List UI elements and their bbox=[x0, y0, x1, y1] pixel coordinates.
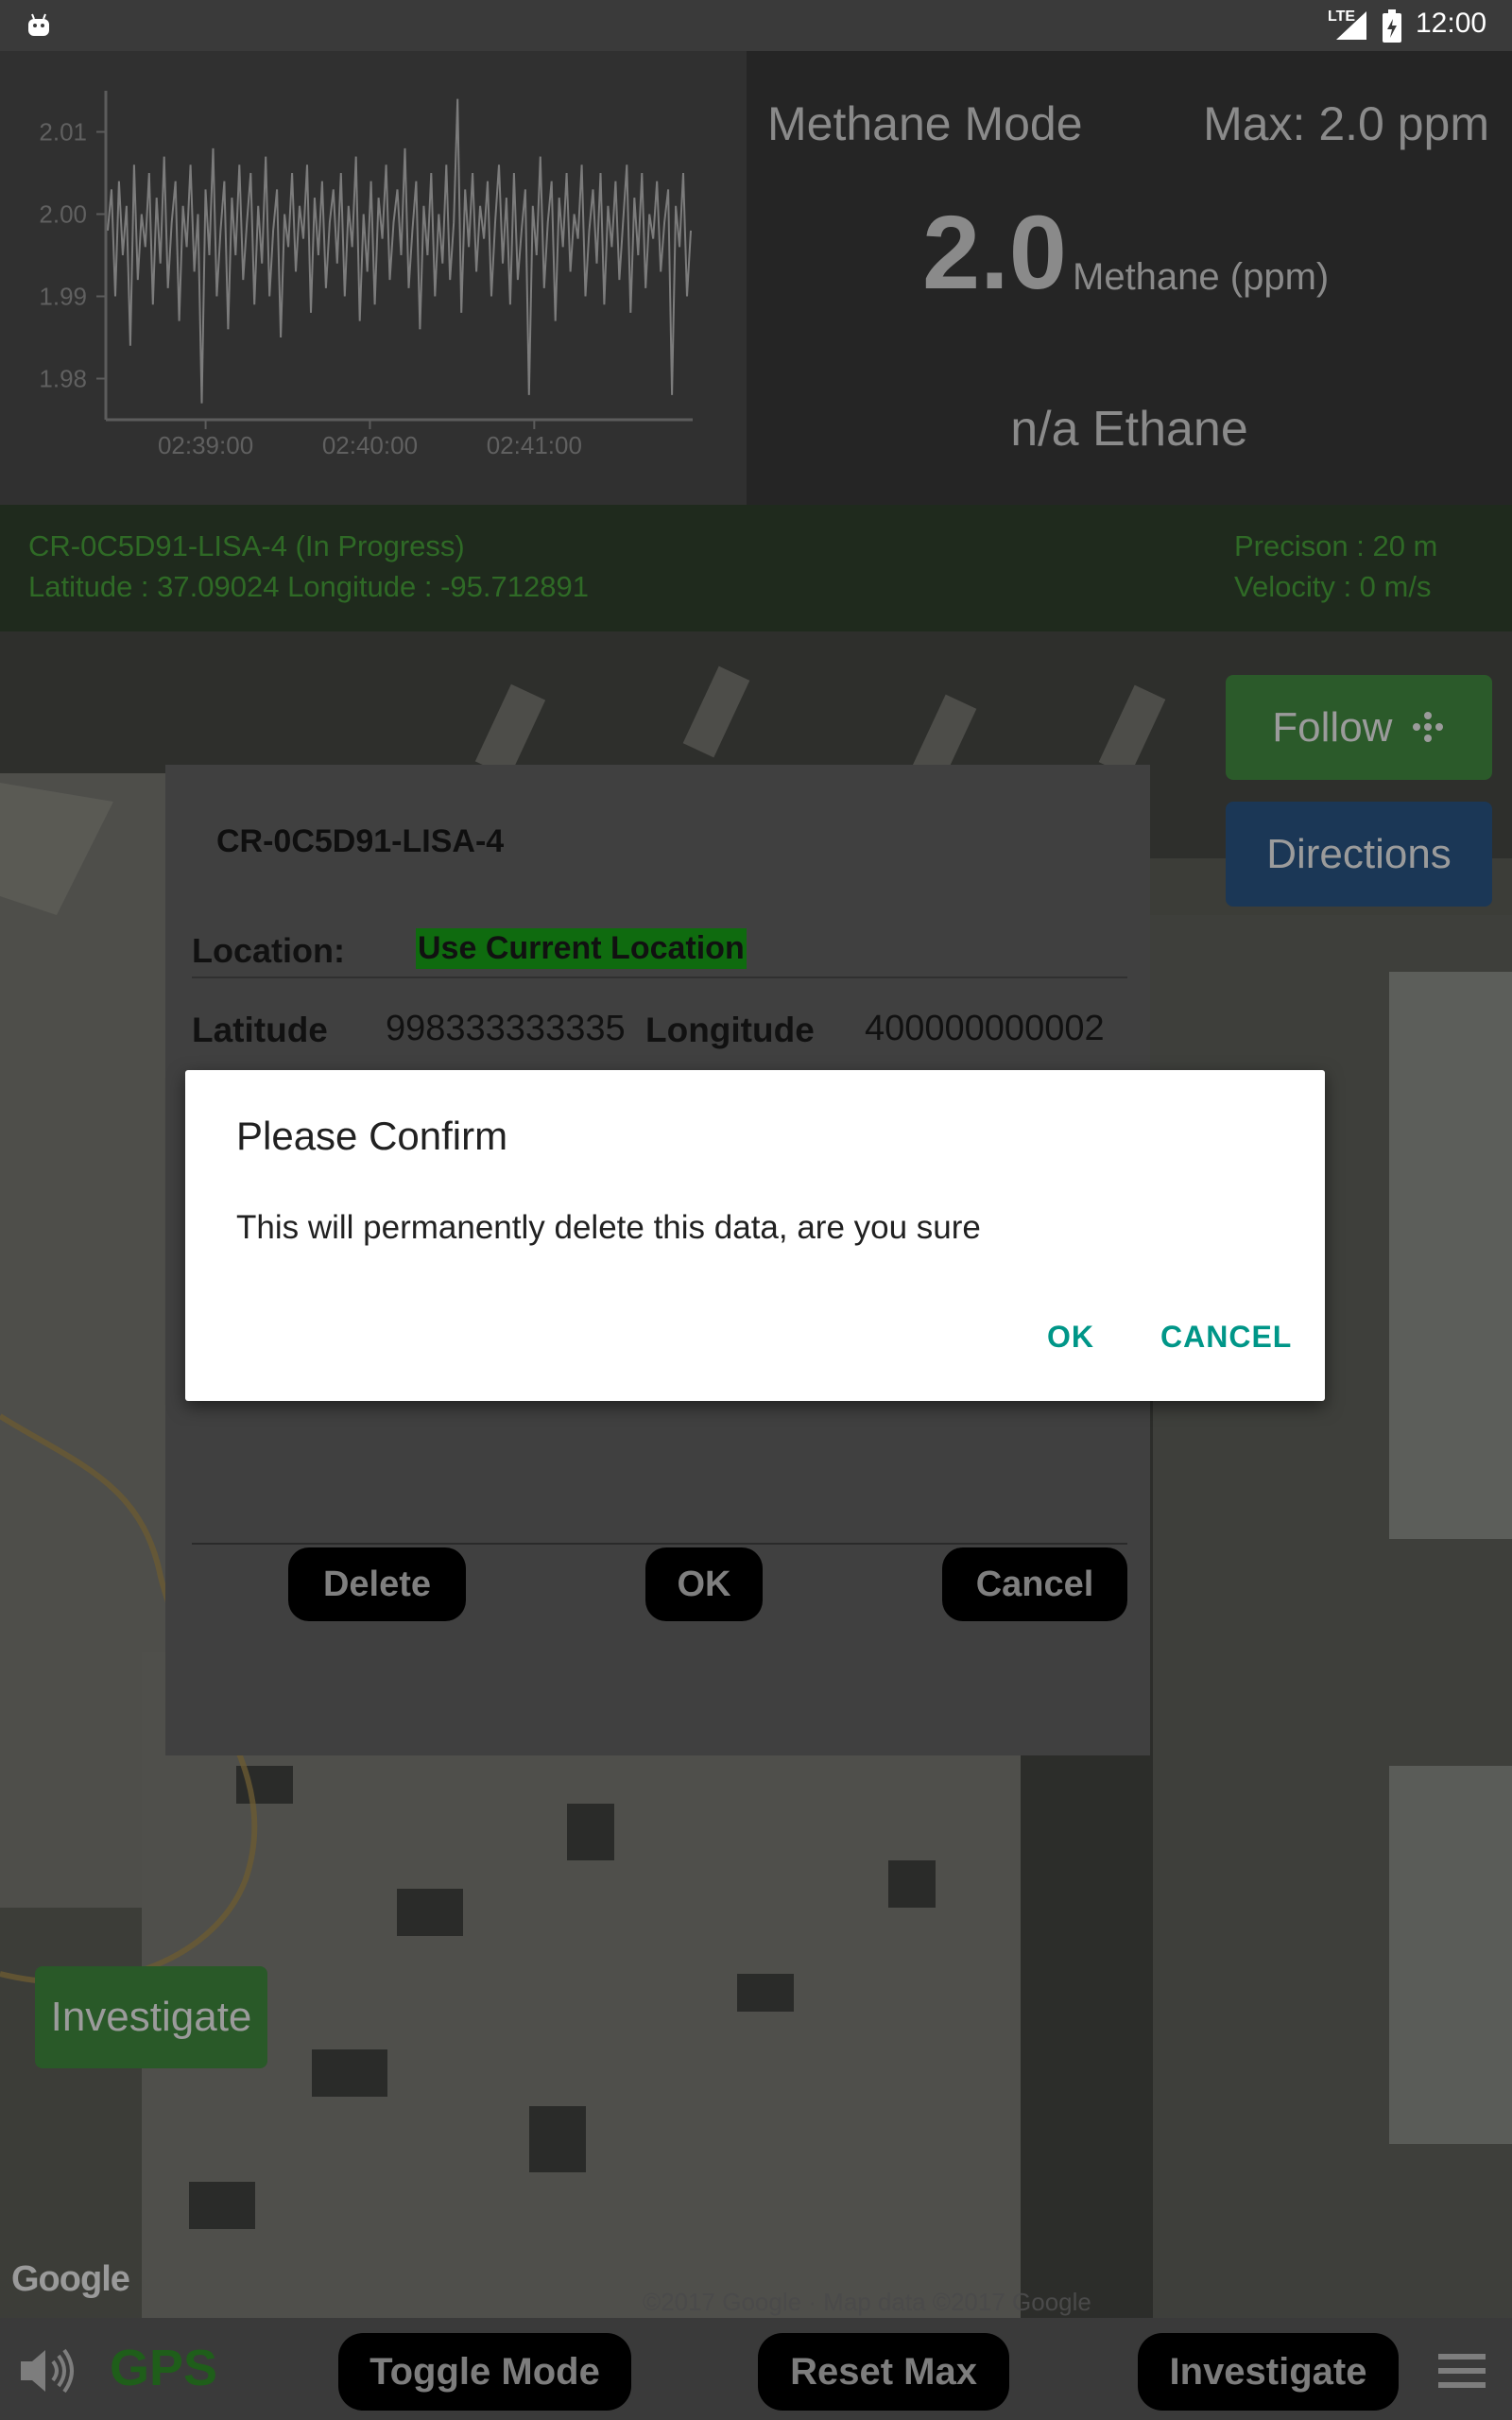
precision-readout: Precison : 20 m bbox=[1234, 529, 1438, 562]
max-label: Max: 2.0 ppm bbox=[1203, 97, 1489, 150]
delete-button[interactable]: Delete bbox=[288, 1547, 466, 1621]
y-tick-label: 1.99 bbox=[39, 283, 87, 311]
velocity-readout: Velocity : 0 m/s bbox=[1234, 570, 1432, 603]
clock: 12:00 bbox=[1416, 8, 1487, 39]
gps-status: GPS bbox=[110, 2340, 218, 2396]
y-tick-label: 2.01 bbox=[39, 118, 87, 147]
latitude-label: Latitude bbox=[192, 1011, 328, 1049]
move-icon bbox=[1412, 712, 1443, 742]
x-tick-label: 02:41:00 bbox=[487, 431, 582, 459]
y-tick-label: 1.98 bbox=[39, 365, 87, 393]
android-notification-icon bbox=[28, 13, 49, 36]
follow-label: Follow bbox=[1272, 704, 1393, 751]
status-bar: LTE 12:00 bbox=[0, 0, 1512, 51]
use-current-location-button[interactable]: Use Current Location bbox=[416, 928, 747, 969]
divider bbox=[192, 977, 1127, 978]
methane-value: 2.0 bbox=[922, 195, 1067, 311]
methane-chart: 2.01 2.00 1.99 1.98 02:39:00 02:40:00 02:41:00 bbox=[0, 51, 747, 505]
follow-button[interactable]: Follow bbox=[1226, 675, 1492, 780]
methane-series-line bbox=[107, 98, 692, 404]
dialog-cancel-button[interactable]: Cancel bbox=[942, 1547, 1127, 1621]
ethane-label: n/a Ethane bbox=[1010, 402, 1248, 457]
location-label: Location: bbox=[192, 931, 345, 970]
mode-label: Methane Mode bbox=[767, 97, 1083, 150]
investigate-button[interactable]: Investigate bbox=[1138, 2333, 1399, 2411]
y-tick-label: 2.00 bbox=[39, 200, 87, 229]
toggle-mode-button[interactable]: Toggle Mode bbox=[338, 2333, 631, 2411]
confirm-title: Please Confirm bbox=[236, 1114, 508, 1158]
latitude-field[interactable]: 998333333335 bbox=[386, 1009, 626, 1049]
survey-status: CR-0C5D91-LISA-4 (In Progress) bbox=[28, 529, 465, 562]
readout-panel: Methane Mode Max: 2.0 ppm 2.0 Methane (p… bbox=[747, 51, 1512, 505]
confirm-cancel-button[interactable]: CANCEL bbox=[1160, 1320, 1292, 1355]
dialog-ok-button[interactable]: OK bbox=[645, 1547, 763, 1621]
longitude-label: Longitude bbox=[645, 1011, 815, 1049]
methane-chart-svg: 2.01 2.00 1.99 1.98 02:39:00 02:40:00 02:41:00 bbox=[39, 91, 693, 459]
signal-icon bbox=[1336, 11, 1366, 40]
longitude-field[interactable]: 400000000002 bbox=[865, 1009, 1120, 1049]
investigate-map-button[interactable]: Investigate bbox=[35, 1966, 267, 2068]
confirm-message: This will permanently delete this data, … bbox=[236, 1209, 981, 1246]
google-logo: Google bbox=[11, 2259, 130, 2299]
methane-unit: Methane (ppm) bbox=[1073, 256, 1330, 298]
confirm-ok-button[interactable]: OK bbox=[1047, 1320, 1094, 1355]
x-tick-label: 02:39:00 bbox=[158, 431, 253, 459]
directions-button[interactable]: Directions bbox=[1226, 802, 1492, 907]
notes-field-underline bbox=[192, 1543, 1127, 1545]
map-credit: ©2017 Google · Map data ©2017 Google bbox=[643, 2288, 1091, 2316]
survey-info-strip: CR-0C5D91-LISA-4 (In Progress) Latitude … bbox=[0, 505, 1512, 631]
bottom-bar: GPS Toggle Mode Reset Max Investigate bbox=[0, 2318, 1512, 2420]
latlon-readout: Latitude : 37.09024 Longitude : -95.7128… bbox=[28, 570, 589, 603]
battery-icon bbox=[1383, 9, 1401, 43]
speaker-icon[interactable] bbox=[17, 2344, 77, 2397]
menu-icon[interactable] bbox=[1438, 2352, 1486, 2390]
reset-max-button[interactable]: Reset Max bbox=[758, 2333, 1009, 2411]
confirm-dialog: Please Confirm This will permanently del… bbox=[185, 1070, 1325, 1401]
dialog-title: CR-0C5D91-LISA-4 bbox=[216, 823, 505, 859]
x-tick-label: 02:40:00 bbox=[322, 431, 418, 459]
